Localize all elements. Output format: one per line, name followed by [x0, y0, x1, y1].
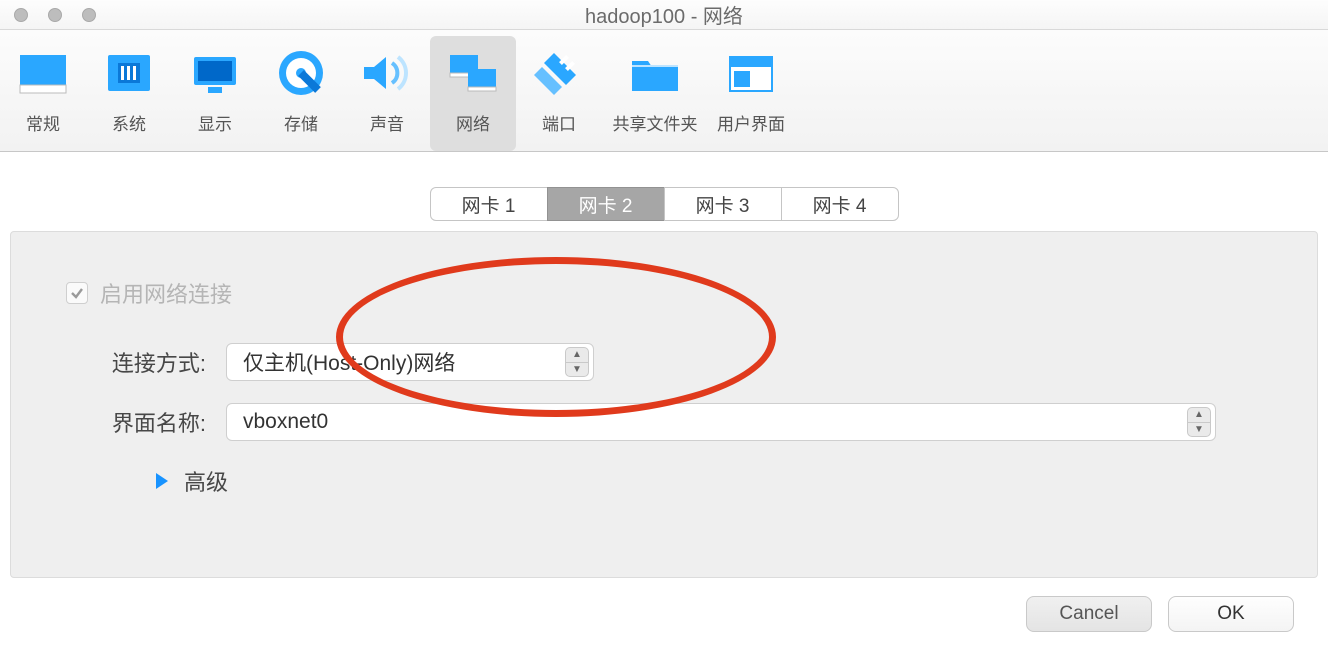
name-row: 界面名称: vboxnet0 ▲▼: [66, 399, 1287, 445]
check-icon: [70, 286, 84, 300]
toolbar-general[interactable]: 常规: [0, 36, 86, 151]
toolbar-label: 声音: [370, 110, 404, 135]
attached-row: 连接方式: 仅主机(Host-Only)网络 ▲▼: [66, 339, 1287, 385]
network-icon: [446, 46, 500, 100]
storage-icon: [274, 46, 328, 100]
toolbar-storage[interactable]: 存储: [258, 36, 344, 151]
attached-select[interactable]: 仅主机(Host-Only)网络 ▲▼: [226, 343, 594, 381]
folder-icon: [628, 46, 682, 100]
attached-label: 连接方式:: [66, 346, 206, 378]
display-icon: [188, 46, 242, 100]
tab-adapter-2[interactable]: 网卡 2: [547, 187, 665, 221]
toolbar-label: 常规: [26, 110, 60, 135]
tab-adapter-3[interactable]: 网卡 3: [664, 187, 782, 221]
toolbar-shared-folders[interactable]: 共享文件夹: [602, 36, 708, 151]
toolbar-ui[interactable]: 用户界面: [708, 36, 794, 151]
toolbar-label: 存储: [284, 110, 318, 135]
titlebar: hadoop100 - 网络: [0, 0, 1328, 30]
toolbar-label: 网络: [456, 110, 490, 135]
ports-icon: [532, 46, 586, 100]
tab-adapter-1[interactable]: 网卡 1: [430, 187, 548, 221]
settings-toolbar: 常规 系统 显示 存储 声音 网络 端口: [0, 30, 1328, 152]
toolbar-label: 显示: [198, 110, 232, 135]
toolbar-ports[interactable]: 端口: [516, 36, 602, 151]
cancel-button[interactable]: Cancel: [1026, 596, 1152, 632]
name-label: 界面名称:: [66, 406, 206, 438]
ui-icon: [724, 46, 778, 100]
ok-button[interactable]: OK: [1168, 596, 1294, 632]
minimize-window-button[interactable]: [48, 8, 62, 22]
toolbar-label: 用户界面: [717, 110, 785, 135]
toolbar-label: 共享文件夹: [613, 110, 698, 135]
toolbar-label: 系统: [112, 110, 146, 135]
toolbar-network[interactable]: 网络: [430, 36, 516, 151]
enable-network-label: 启用网络连接: [100, 277, 232, 309]
select-stepper-icon: ▲▼: [1187, 407, 1211, 437]
toolbar-display[interactable]: 显示: [172, 36, 258, 151]
toolbar-system[interactable]: 系统: [86, 36, 172, 151]
attached-value: 仅主机(Host-Only)网络: [243, 347, 455, 377]
audio-icon: [360, 46, 414, 100]
content-area: 网卡 1 网卡 2 网卡 3 网卡 4 启用网络连接 连接方式: 仅主机(Hos…: [0, 152, 1328, 652]
zoom-window-button[interactable]: [82, 8, 96, 22]
close-window-button[interactable]: [14, 8, 28, 22]
advanced-disclosure[interactable]: 高级: [156, 465, 1287, 497]
toolbar-audio[interactable]: 声音: [344, 36, 430, 151]
enable-network-row: 启用网络连接: [66, 277, 1287, 309]
advanced-label: 高级: [184, 465, 228, 497]
footer-buttons: Cancel OK: [10, 578, 1318, 642]
name-select[interactable]: vboxnet0 ▲▼: [226, 403, 1216, 441]
enable-network-checkbox[interactable]: [66, 282, 88, 304]
general-icon: [16, 46, 70, 100]
toolbar-label: 端口: [542, 110, 576, 135]
network-panel: 启用网络连接 连接方式: 仅主机(Host-Only)网络 ▲▼ 界面名称: v…: [10, 231, 1318, 578]
system-icon: [102, 46, 156, 100]
name-value: vboxnet0: [243, 410, 328, 434]
disclosure-triangle-icon: [156, 473, 168, 489]
select-stepper-icon: ▲▼: [565, 347, 589, 377]
tab-adapter-4[interactable]: 网卡 4: [781, 187, 899, 221]
traffic-lights: [0, 8, 96, 22]
window-title: hadoop100 - 网络: [0, 0, 1328, 29]
adapter-tabs: 网卡 1 网卡 2 网卡 3 网卡 4: [10, 187, 1318, 221]
